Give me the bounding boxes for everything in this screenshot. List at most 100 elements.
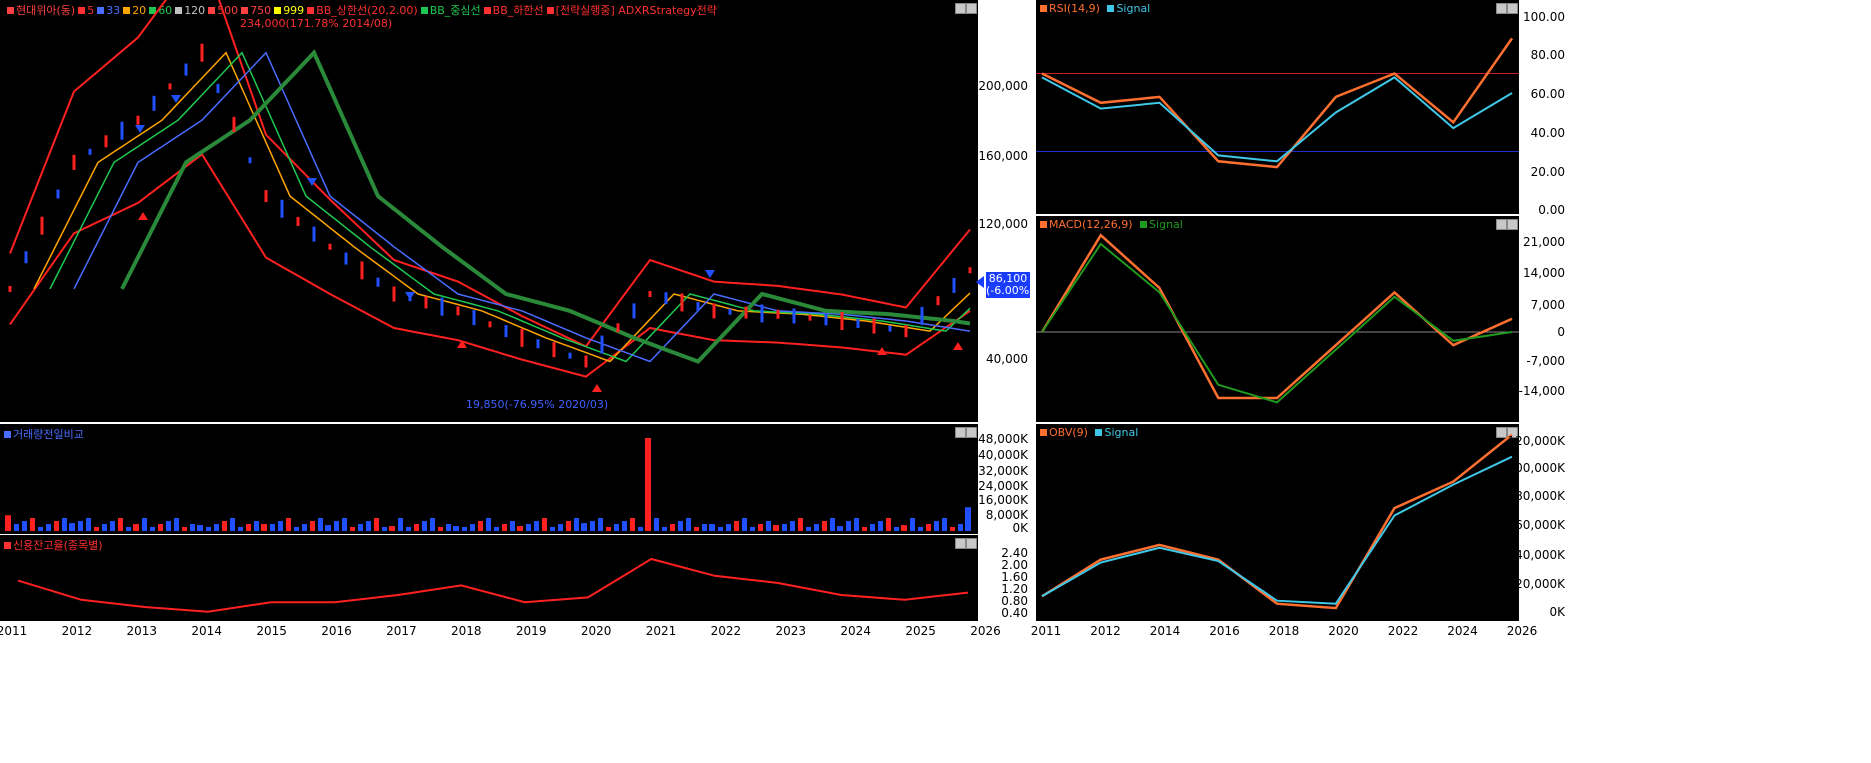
volume-bar	[102, 524, 107, 531]
volume-bar	[590, 521, 595, 531]
x-tick: 2020	[580, 624, 612, 638]
volume-bar	[630, 518, 635, 531]
price-pane[interactable]: 현대위아(동) 5 33 20 60 120 500 750 999 BB_상한선(20,2.00…	[0, 0, 978, 422]
candle-bar	[760, 304, 764, 323]
candle-bar	[552, 342, 556, 358]
signal-line	[1041, 76, 1513, 163]
volume-bar	[438, 527, 443, 531]
volume-bar	[118, 518, 123, 531]
x-tick: 2013	[126, 624, 158, 638]
candle-bar	[792, 308, 796, 324]
candle-bar	[488, 321, 492, 328]
volume-bar	[870, 524, 875, 531]
x-tick: 2018	[1268, 624, 1300, 638]
volume-pane[interactable]: 거래량전일비교	[0, 424, 978, 534]
volume-bar	[574, 518, 579, 531]
volume-bar	[830, 518, 835, 531]
volume-bar	[662, 527, 667, 531]
volume-bar	[837, 526, 843, 531]
volume-bar	[302, 524, 307, 531]
volume-bar	[158, 524, 163, 531]
volume-tick: 8,000K	[985, 508, 1028, 522]
macd-tick: -14,000	[1518, 384, 1565, 398]
sell-arrow-icon	[405, 292, 415, 300]
candle-bar	[360, 261, 364, 280]
volume-bar	[446, 524, 451, 531]
candle-bar	[120, 121, 124, 140]
candle-bar	[504, 325, 508, 338]
volume-bar	[502, 524, 507, 531]
volume-bar	[54, 521, 59, 531]
x-tick: 2012	[1090, 624, 1121, 638]
candle-bar	[56, 189, 60, 199]
volume-bar	[254, 521, 259, 531]
obv-pane[interactable]: OBV(9) Signal	[1036, 424, 1519, 621]
volume-bar	[382, 527, 387, 531]
volume-bar	[261, 524, 267, 531]
macd-pane[interactable]: MACD(12,26,9) Signal	[1036, 216, 1519, 422]
volume-bar	[46, 524, 51, 531]
volume-bar	[350, 527, 355, 531]
volume-bar	[453, 526, 459, 531]
volume-bar	[206, 527, 211, 531]
volume-bar	[398, 518, 403, 531]
signal-line	[1041, 242, 1513, 404]
volume-bar	[686, 518, 691, 531]
current-price-badge: 86,100 (-6.00%)	[986, 272, 1034, 298]
credit-tick: 0.40	[1001, 606, 1028, 620]
candle-bar	[24, 251, 28, 264]
low-annotation: 19,850(-76.95% 2020/03)	[466, 398, 609, 411]
volume-bar	[94, 527, 99, 531]
volume-bar	[581, 523, 587, 531]
volume-y-axis: 48,000K 40,000K 32,000K 24,000K 16,000K …	[978, 424, 1034, 535]
volume-bar	[414, 524, 419, 531]
volume-bar	[862, 527, 867, 531]
volume-bar	[286, 518, 291, 531]
credit-pane[interactable]: 신용잔고율(종목별)	[0, 535, 978, 621]
volume-bar	[366, 521, 371, 531]
x-tick: 2011	[0, 624, 28, 638]
volume-bar	[718, 527, 723, 531]
volume-bar	[422, 521, 427, 531]
candle-bar	[296, 216, 300, 226]
current-price-marker-icon	[976, 276, 984, 288]
volume-bar	[758, 524, 763, 531]
indicator-line	[1041, 433, 1513, 610]
volume-bar	[510, 521, 515, 531]
x-tick: 2014	[1149, 624, 1181, 638]
volume-bar	[934, 521, 939, 531]
volume-bar	[150, 527, 155, 531]
buy-arrow-icon	[592, 384, 602, 392]
volume-bar	[654, 518, 659, 531]
candle-bar	[312, 226, 316, 242]
volume-bar	[222, 521, 227, 531]
volume-bar	[950, 527, 955, 531]
volume-bar	[734, 521, 739, 531]
candle-bar	[216, 84, 220, 94]
candle-bar	[872, 318, 876, 334]
volume-bar	[197, 525, 203, 531]
volume-bar	[773, 525, 779, 531]
volume-bar	[342, 518, 347, 531]
volume-bar	[278, 521, 283, 531]
rsi-tick: 100.00	[1523, 10, 1565, 24]
credit-chart	[17, 557, 969, 613]
volume-bar	[430, 518, 435, 531]
volume-bar	[62, 518, 67, 531]
rsi-pane[interactable]: RSI(14,9) Signal	[1036, 0, 1519, 214]
volume-bar	[238, 527, 243, 531]
volume-bar	[526, 524, 531, 531]
x-tick: 2022	[1387, 624, 1419, 638]
volume-bar	[645, 437, 651, 531]
obv-tick: 80,000K	[1515, 489, 1565, 503]
candle-bar	[168, 83, 172, 90]
volume-bar	[878, 521, 883, 531]
volume-bar	[542, 518, 547, 531]
sell-arrow-icon	[705, 270, 715, 278]
volume-bar	[958, 524, 963, 531]
indicator-line	[1041, 37, 1514, 169]
high-annotation: 234,000(171.78% 2014/08)	[240, 17, 393, 30]
volume-bar	[926, 524, 931, 531]
candle-bar	[280, 199, 284, 218]
x-tick: 2021	[645, 624, 677, 638]
